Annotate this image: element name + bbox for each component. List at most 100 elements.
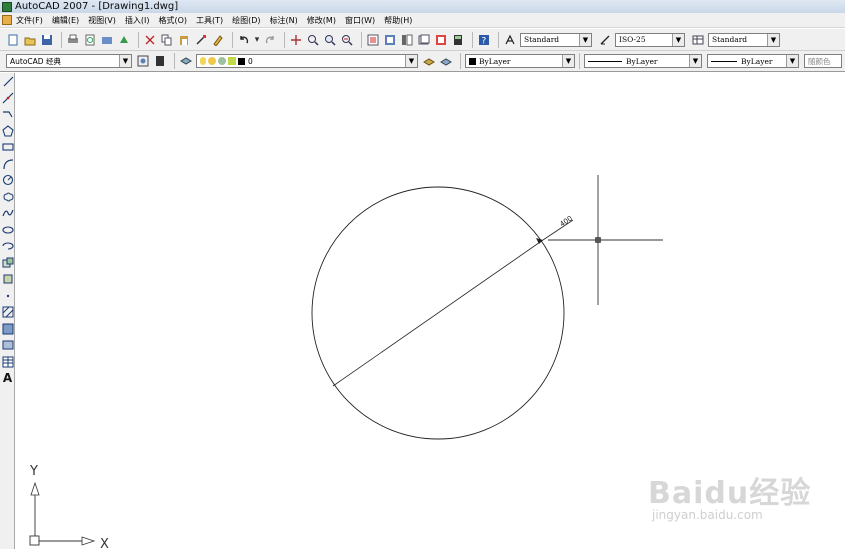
chevron-down-icon[interactable]: ▼ — [119, 55, 131, 67]
region-icon[interactable] — [0, 337, 15, 354]
layer-on-icon[interactable] — [200, 57, 206, 65]
pan-icon[interactable] — [289, 33, 303, 47]
workspace-select[interactable]: AutoCAD 经典 ▼ — [6, 54, 132, 68]
workspace-value: AutoCAD 经典 — [10, 56, 61, 66]
gradient-icon[interactable] — [0, 321, 15, 338]
chevron-down-icon[interactable]: ▼ — [562, 55, 574, 67]
rectangle-icon[interactable] — [0, 139, 15, 156]
text-style-icon[interactable] — [503, 33, 517, 47]
multiline-text-icon[interactable]: A — [0, 370, 15, 387]
ellipse-icon[interactable] — [0, 222, 15, 239]
layer-plot-icon[interactable] — [228, 57, 236, 65]
title-bar: AutoCAD 2007 - [Drawing1.dwg] — [0, 0, 845, 13]
block-editor-icon[interactable] — [211, 33, 225, 47]
menu-edit[interactable]: 编辑(E) — [52, 15, 79, 26]
construction-line-icon[interactable] — [0, 90, 15, 107]
arc-icon[interactable] — [0, 156, 15, 173]
text-style-select[interactable]: Standard ▼ — [520, 32, 592, 47]
zoom-window-icon[interactable] — [323, 33, 337, 47]
svg-text:?: ? — [482, 36, 487, 46]
plot-style-select[interactable]: 随颜色 — [804, 54, 842, 68]
baidu-watermark: Baidu经验 jingyan.baidu.com — [648, 458, 838, 538]
tool-palettes-icon[interactable] — [400, 33, 414, 47]
3d-dwf-icon[interactable] — [117, 33, 131, 47]
chevron-down-icon[interactable]: ▼ — [767, 33, 779, 46]
toolbar-separator — [498, 31, 499, 48]
menu-bar: 文件(F) 编辑(E) 视图(V) 插入(I) 格式(O) 工具(T) 绘图(D… — [0, 13, 845, 28]
save-icon[interactable] — [40, 33, 54, 47]
menu-draw[interactable]: 绘图(D) — [232, 15, 260, 26]
open-icon[interactable] — [23, 33, 37, 47]
match-properties-icon[interactable] — [194, 33, 208, 47]
chevron-down-icon[interactable]: ▼ — [405, 55, 417, 67]
my-workspace-icon[interactable] — [153, 54, 167, 68]
polyline-icon[interactable] — [0, 106, 15, 123]
undo-dropdown-icon[interactable]: ▾ — [254, 33, 260, 47]
undo-icon[interactable] — [237, 33, 251, 47]
table-icon[interactable] — [0, 354, 15, 371]
revision-cloud-icon[interactable] — [0, 189, 15, 206]
markup-set-manager-icon[interactable] — [434, 33, 448, 47]
new-icon[interactable] — [6, 33, 20, 47]
dimension-style-select[interactable]: ISO-25 ▼ — [615, 32, 685, 47]
plot-icon[interactable] — [66, 33, 80, 47]
hatch-icon[interactable] — [0, 304, 15, 321]
plot-preview-icon[interactable] — [83, 33, 97, 47]
chevron-down-icon[interactable]: ▼ — [689, 55, 701, 67]
copy-icon[interactable] — [160, 33, 174, 47]
menu-dimension[interactable]: 标注(N) — [270, 15, 298, 26]
line-icon[interactable] — [0, 73, 15, 90]
layer-previous-icon[interactable] — [439, 54, 453, 68]
workspace-settings-icon[interactable] — [136, 54, 150, 68]
menu-insert[interactable]: 插入(I) — [125, 15, 150, 26]
table-style-icon[interactable] — [691, 33, 705, 47]
lineweight-control-select[interactable]: ByLayer ▼ — [707, 54, 799, 68]
circle-icon[interactable] — [0, 172, 15, 189]
chevron-down-icon[interactable]: ▼ — [672, 33, 684, 46]
polygon-icon[interactable] — [0, 123, 15, 140]
table-style-select[interactable]: Standard ▼ — [708, 32, 780, 47]
menu-tools[interactable]: 工具(T) — [196, 15, 223, 26]
autocad-app-icon[interactable] — [2, 1, 12, 12]
cut-icon[interactable] — [143, 33, 157, 47]
layer-freeze-icon[interactable] — [208, 57, 216, 65]
layer-select[interactable]: 0 ▼ — [196, 54, 418, 68]
help-icon[interactable]: ? — [477, 33, 491, 47]
chevron-down-icon[interactable]: ▼ — [786, 55, 798, 67]
linetype-value: ByLayer — [626, 56, 658, 66]
dimension-style-value: ISO-25 — [619, 35, 646, 44]
chevron-down-icon[interactable]: ▼ — [579, 33, 591, 46]
dimension-style-icon[interactable] — [598, 33, 612, 47]
color-control-select[interactable]: ByLayer ▼ — [465, 54, 575, 68]
diameter-dimension-line[interactable] — [332, 239, 544, 387]
ellipse-arc-icon[interactable] — [0, 238, 15, 255]
point-icon[interactable] — [0, 288, 15, 305]
toolbar-separator — [232, 31, 233, 48]
menu-format[interactable]: 格式(O) — [158, 15, 187, 26]
menu-help[interactable]: 帮助(H) — [384, 15, 412, 26]
menu-modify[interactable]: 修改(M) — [307, 15, 336, 26]
document-menu-icon[interactable] — [2, 15, 12, 25]
spline-icon[interactable] — [0, 205, 15, 222]
layer-lock-icon[interactable] — [218, 57, 226, 65]
layers-properties-toolbar: AutoCAD 经典 ▼ 0 ▼ ByLayer ▼ ByLayer ▼ ByL… — [0, 51, 845, 72]
toolbar-separator — [61, 31, 62, 48]
make-block-icon[interactable] — [0, 271, 15, 288]
publish-icon[interactable] — [100, 33, 114, 47]
design-center-icon[interactable] — [383, 33, 397, 47]
make-object-layer-current-icon[interactable] — [422, 54, 436, 68]
properties-icon[interactable] — [366, 33, 380, 47]
zoom-realtime-icon[interactable] — [306, 33, 320, 47]
zoom-previous-icon[interactable] — [340, 33, 354, 47]
linetype-control-select[interactable]: ByLayer ▼ — [584, 54, 702, 68]
sheet-set-manager-icon[interactable] — [417, 33, 431, 47]
menu-file[interactable]: 文件(F) — [16, 15, 43, 26]
ucs-origin-box — [29, 535, 40, 546]
menu-window[interactable]: 窗口(W) — [345, 15, 375, 26]
menu-view[interactable]: 视图(V) — [88, 15, 116, 26]
quickcalc-icon[interactable] — [451, 33, 465, 47]
redo-icon[interactable] — [263, 33, 277, 47]
paste-icon[interactable] — [177, 33, 191, 47]
insert-block-icon[interactable] — [0, 255, 15, 272]
layer-properties-manager-icon[interactable] — [179, 54, 193, 68]
